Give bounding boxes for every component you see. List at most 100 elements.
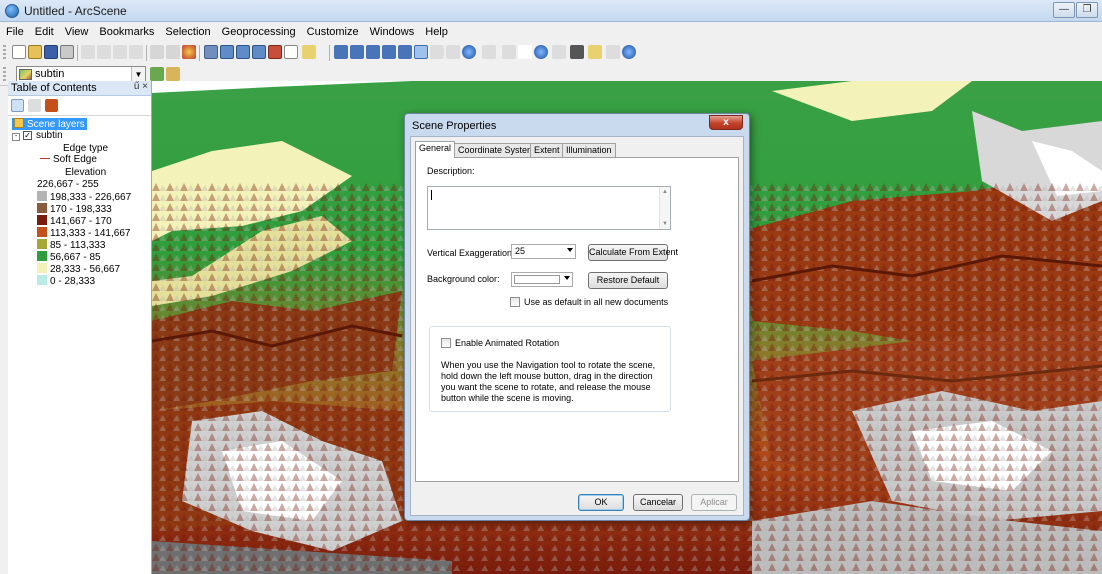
select-features-icon[interactable] [482,45,496,59]
find-icon[interactable] [570,45,584,59]
layer-subtin-node[interactable]: - ✓ subtin [12,130,63,141]
cancel-button[interactable]: Cancelar [633,494,683,511]
zoom-out-icon[interactable] [430,45,444,59]
toc-title: Table of Contents [11,82,97,94]
fly-icon[interactable] [350,45,364,59]
menu-edit[interactable]: Edit [29,23,59,38]
toolbar-grip[interactable] [3,45,6,61]
class-swatch [37,239,47,249]
scene-properties-icon[interactable] [204,45,218,59]
chevron-down-icon[interactable] [567,248,573,252]
class-label: 198,333 - 226,667 [50,192,132,203]
python-window-icon[interactable] [284,45,298,59]
navigate-icon[interactable] [334,45,348,59]
background-color-picker[interactable] [511,272,573,287]
identify-icon[interactable] [534,45,548,59]
open-folder-icon[interactable] [28,45,42,59]
main-toolbar [0,42,1102,64]
catalog-window-icon[interactable] [236,45,250,59]
toc-window-icon[interactable] [220,45,234,59]
vertical-exaggeration-label: Vertical Exaggeration: [427,248,515,258]
calculate-from-extent-button[interactable]: Calculate From Extent [588,244,678,261]
undo-icon[interactable] [150,45,164,59]
menu-bookmarks[interactable]: Bookmarks [93,23,159,38]
add-data-icon[interactable] [182,45,196,59]
menu-geoprocessing[interactable]: Geoprocessing [216,23,301,38]
menu-view[interactable]: View [59,23,94,38]
model-builder-icon[interactable] [302,45,316,59]
tab-general[interactable]: General [415,141,456,158]
pan-icon[interactable] [446,45,460,59]
globe-icon[interactable] [622,45,636,59]
use-as-default-checkbox[interactable] [510,297,520,307]
set-observer-icon[interactable] [398,45,412,59]
list-by-drawing-order-icon[interactable] [11,99,24,112]
vertical-exaggeration-combo[interactable]: 25 [511,244,576,259]
scroll-up-icon[interactable]: ▲ [662,189,668,195]
dialog-close-button[interactable]: x [709,115,743,130]
cut-icon[interactable] [81,45,95,59]
list-by-visibility-icon[interactable] [45,99,58,112]
menu-windows[interactable]: Windows [364,23,420,38]
clear-selection-icon[interactable] [502,45,516,59]
list-by-source-icon[interactable] [28,99,41,112]
class-label: 113,333 - 141,667 [50,228,131,239]
elevation-class-item: 28,333 - 56,667 [37,263,120,275]
arctoolbox-icon[interactable] [268,45,282,59]
html-popup-icon[interactable] [552,45,566,59]
edge-type-heading: Edge type [63,143,109,154]
create-contours-icon[interactable] [150,67,164,81]
new-document-icon[interactable] [12,45,26,59]
full-extent-icon[interactable] [462,45,476,59]
class-label: 85 - 113,333 [50,240,106,251]
class-label: 170 - 198,333 [50,204,112,215]
paste-icon[interactable] [113,45,127,59]
class-swatch [37,227,47,237]
target-center-icon[interactable] [366,45,380,59]
copy-icon[interactable] [97,45,111,59]
pin-icon[interactable]: ű [134,81,140,92]
menu-bar: File Edit View Bookmarks Selection Geoprocess… [0,23,1102,42]
scene-layers-node[interactable]: Scene layers [12,118,87,130]
elevation-class-item: 226,667 - 255 [37,179,99,190]
delete-icon[interactable] [129,45,143,59]
zoom-to-target-icon[interactable] [382,45,396,59]
scroll-down-icon[interactable]: ▼ [662,221,668,227]
layer-name: subtin [36,130,63,141]
description-textarea[interactable]: ▲ ▼ [427,186,671,230]
layer-visibility-checkbox[interactable]: ✓ [23,131,32,140]
menu-customize[interactable]: Customize [301,23,364,38]
layer-properties-icon[interactable] [606,45,620,59]
minimize-button[interactable]: — [1053,2,1075,18]
tab-extent[interactable]: Extent [530,143,564,157]
create-profile-icon[interactable] [166,67,180,81]
scene-properties-dialog: Scene Properties x General Coordinate Sy… [404,113,750,521]
close-icon[interactable]: × [142,81,148,92]
menu-selection[interactable]: Selection [159,23,215,38]
redo-icon[interactable] [166,45,180,59]
save-icon[interactable] [44,45,58,59]
textarea-scrollbar[interactable]: ▲ ▼ [659,187,670,229]
measure-icon[interactable] [588,45,602,59]
toolbar-separator [146,45,147,61]
menu-file[interactable]: File [0,23,29,38]
restore-button[interactable]: ❐ [1076,2,1098,18]
class-swatch [37,263,47,273]
apply-button[interactable]: Aplicar [691,494,737,511]
menu-help[interactable]: Help [419,23,453,38]
collapse-icon[interactable]: - [12,133,20,141]
toolbar-grip[interactable] [3,67,6,83]
zoom-in-icon[interactable] [414,45,428,59]
chevron-down-icon[interactable] [564,276,570,280]
search-window-icon[interactable] [252,45,266,59]
chevron-down-icon[interactable]: ▼ [131,67,145,82]
text-caret [431,190,432,200]
print-icon[interactable] [60,45,74,59]
animated-rotation-checkbox[interactable] [441,338,451,348]
restore-default-button[interactable]: Restore Default [588,272,668,289]
class-label: 28,333 - 56,667 [50,264,121,275]
select-elements-icon[interactable] [518,45,532,59]
tab-illumination[interactable]: Illumination [562,143,616,157]
ok-button[interactable]: OK [578,494,624,511]
tab-coordinate-system[interactable]: Coordinate System [454,143,539,157]
